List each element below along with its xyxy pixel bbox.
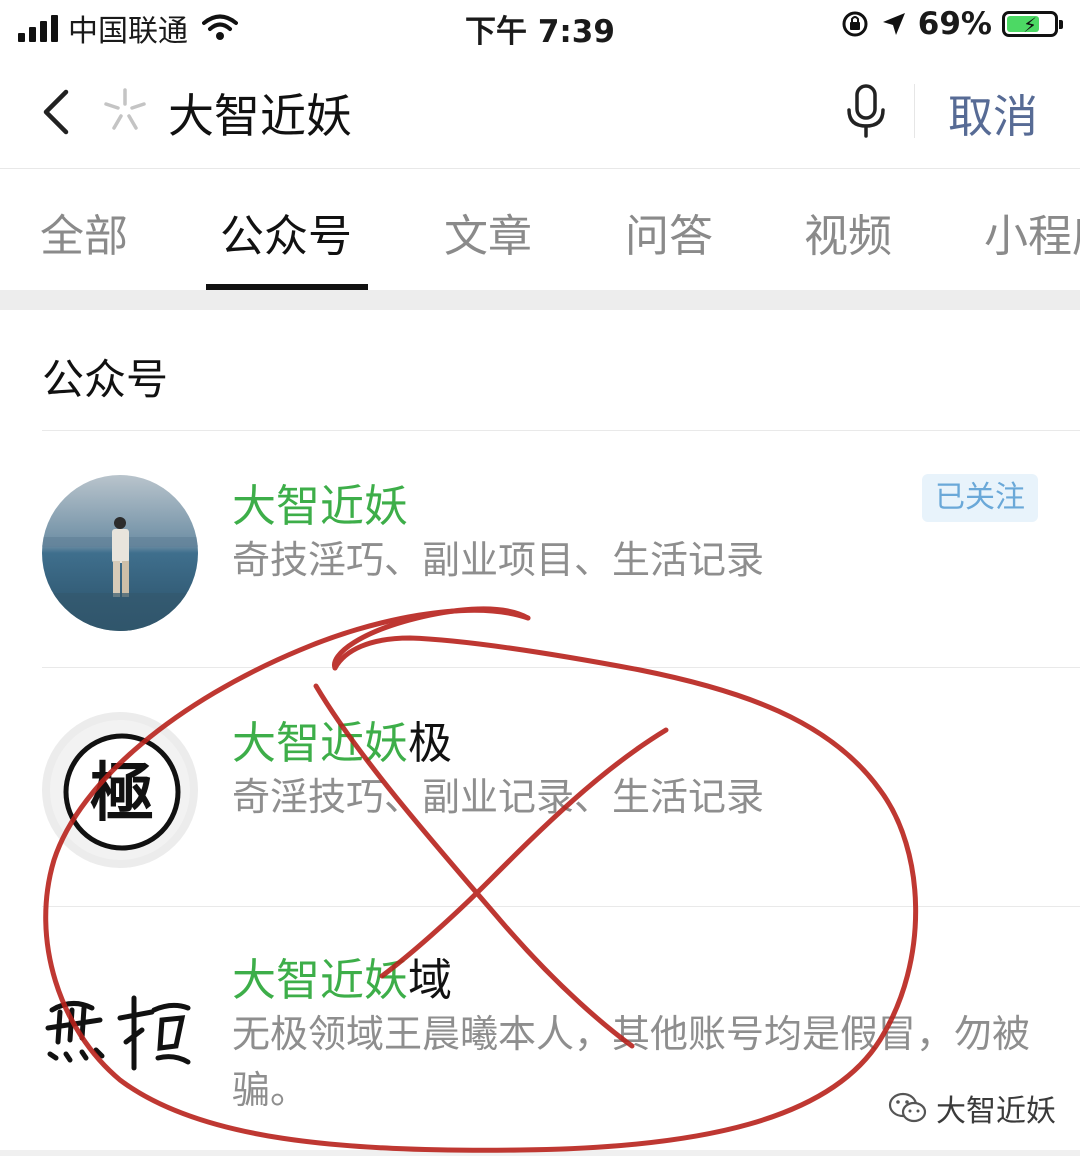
search-tabs: 全部 公众号 文章 问答 视频 小程序	[0, 168, 1080, 290]
tab-videos[interactable]: 视频	[804, 200, 892, 264]
account-description: 奇淫技巧、副业记录、生活记录	[232, 775, 765, 819]
account-avatar[interactable]	[42, 475, 198, 631]
watermark: 大智近妖	[888, 1086, 1056, 1130]
account-name-text: 大智近妖	[232, 718, 408, 769]
account-name-text: 大智近妖	[232, 955, 408, 1006]
charging-bolt-icon: ⚡	[1023, 13, 1038, 37]
account-name-text: 大智近妖	[232, 481, 408, 532]
watermark-text: 大智近妖	[936, 1094, 1056, 1129]
tab-articles[interactable]: 文章	[444, 200, 532, 264]
tab-all[interactable]: 全部	[40, 200, 128, 264]
search-header: 大智近妖 取消	[0, 56, 1080, 169]
battery-percent: 69%	[917, 6, 992, 42]
account-name[interactable]: 大智近妖极	[232, 707, 452, 771]
location-arrow-icon	[882, 13, 905, 35]
account-name[interactable]: 大智近妖域	[232, 944, 452, 1008]
cancel-button[interactable]: 取消	[948, 80, 1038, 145]
header-divider	[914, 84, 915, 138]
voice-search-button[interactable]	[838, 82, 894, 142]
orientation-lock-icon	[842, 11, 868, 37]
search-input[interactable]: 大智近妖	[168, 80, 352, 146]
section-gap	[0, 290, 1080, 310]
chevron-left-icon	[43, 89, 69, 135]
followed-badge: 已关注	[922, 474, 1038, 522]
tab-mini-programs[interactable]: 小程序	[984, 200, 1080, 264]
account-name-suffix: 极	[408, 718, 452, 769]
status-right: 69% ⚡	[840, 6, 1063, 42]
tab-qa[interactable]: 问答	[625, 200, 713, 264]
back-button[interactable]	[34, 84, 84, 140]
account-avatar[interactable]	[42, 950, 198, 1106]
account-name[interactable]: 大智近妖	[232, 470, 408, 534]
battery-icon: ⚡	[1002, 11, 1063, 37]
account-name-suffix: 域	[408, 955, 452, 1006]
tab-official-accounts[interactable]: 公众号	[220, 200, 352, 264]
microphone-icon	[847, 84, 885, 138]
wechat-icon	[888, 1092, 927, 1123]
status-bar: 中国联通 下午 7:39 69% ⚡	[0, 0, 1080, 56]
svg-text:極: 極	[90, 756, 154, 831]
account-description: 奇技淫巧、副业项目、生活记录	[232, 538, 765, 582]
bottom-edge	[0, 1150, 1080, 1156]
search-icon	[100, 86, 150, 136]
section-title: 公众号	[42, 355, 169, 404]
account-avatar[interactable]: 極	[42, 712, 198, 868]
